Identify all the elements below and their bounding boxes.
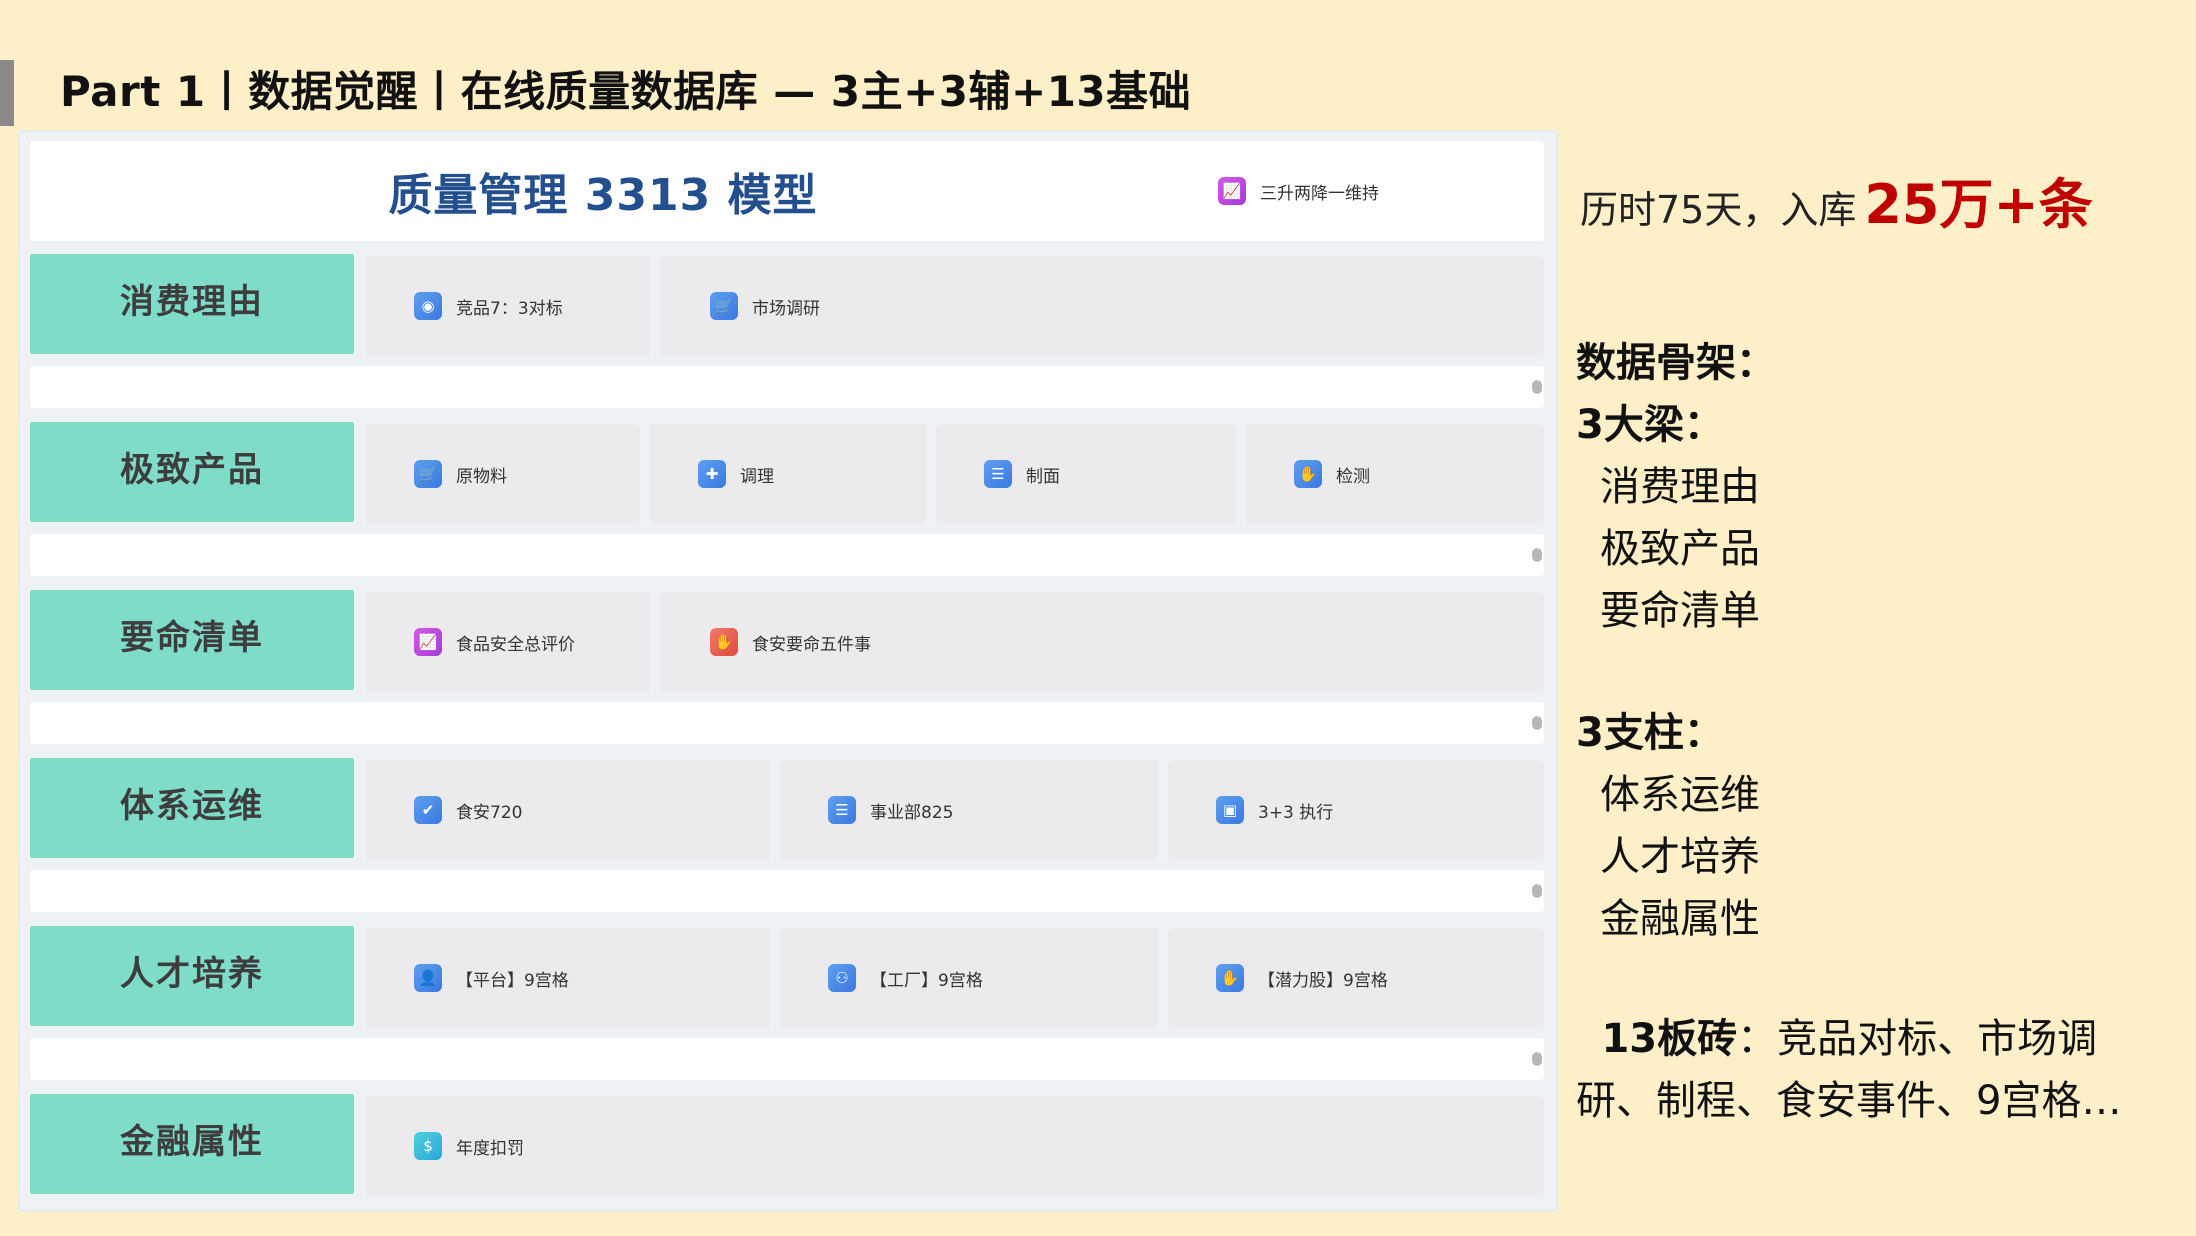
item-3plus3-execution[interactable]: ▣ 3+3 执行 [1168,760,1544,860]
beams-title: 3大梁： [1576,402,1724,448]
document-icon: ☰ [984,460,1012,488]
header-tag-button[interactable]: 📈 三升两降一维持 [1170,141,1544,241]
globe-icon: ◉ [414,292,442,320]
skeleton-title: 数据骨架： [1576,340,1776,386]
row-label: 极致产品 [30,422,354,522]
item-label: 食品安全总评价 [456,634,575,655]
item-factory-9grid[interactable]: ⚇ 【工厂】9宫格 [780,928,1158,1028]
row-expand-bar[interactable] [30,534,1544,576]
item-food-safety-evaluation[interactable]: 📈 食品安全总评价 [366,592,650,692]
box-icon: ▣ [1216,796,1244,824]
puzzle-icon: ✚ [698,460,726,488]
row-items: ◉ 竞品7：3对标 🛒 市场调研 [366,256,1544,356]
row-label: 消费理由 [30,254,354,354]
item-noodle-making[interactable]: ☰ 制面 [936,424,1236,524]
row-system-operations: 体系运维 ✔ 食安720 ☰ 事业部825 ▣ 3+3 执行 [30,758,1544,860]
row-consumption-reason: 消费理由 ◉ 竞品7：3对标 🛒 市场调研 [30,254,1544,356]
item-label: 事业部825 [870,802,954,823]
pillars-title: 3支柱： [1576,710,1724,756]
item-label: 调理 [740,466,774,487]
item-label: 【工厂】9宫格 [870,970,983,991]
item-potential-9grid[interactable]: ✋ 【潜力股】9宫格 [1168,928,1544,1028]
row-label: 要命清单 [30,590,354,690]
row-items: 📈 食品安全总评价 ✋ 食安要命五件事 [366,592,1544,692]
cart-icon: 🛒 [414,460,442,488]
item-annual-deductions[interactable]: $ 年度扣罚 [366,1096,1544,1196]
hand-icon: ✋ [1294,460,1322,488]
scroll-handle[interactable] [1532,716,1542,730]
item-competitor-benchmark[interactable]: ◉ 竞品7：3对标 [366,256,650,356]
hand-icon: ✋ [1216,964,1244,992]
bricks-text: 13板砖：竞品对标、市场调研、制程、食安事件、9宫格… [1576,1008,2176,1132]
item-label: 【潜力股】9宫格 [1258,970,1388,991]
page-title: Part 1丨数据觉醒丨在线质量数据库 — 3主+3辅+13基础 [60,67,1192,116]
row-expand-bar[interactable] [30,366,1544,408]
monitor-chart-icon: 📈 [414,628,442,656]
beam-item: 要命清单 [1600,588,1760,634]
row-items: ✔ 食安720 ☰ 事业部825 ▣ 3+3 执行 [366,760,1544,860]
quality-model-panel: 质量管理 3313 模型 📈 三升两降一维持 消费理由 ◉ 竞品7：3对标 🛒 … [20,132,1556,1210]
row-ultimate-product: 极致产品 🛒 原物料 ✚ 调理 ☰ 制面 ✋ 检测 [30,422,1544,524]
beam-item: 极致产品 [1600,526,1760,572]
scroll-handle[interactable] [1532,548,1542,562]
item-five-critical-matters[interactable]: ✋ 食安要命五件事 [660,592,1544,692]
row-label: 体系运维 [30,758,354,858]
item-label: 原物料 [456,466,507,487]
item-label: 检测 [1336,466,1370,487]
row-label: 人才培养 [30,926,354,1026]
item-division-825[interactable]: ☰ 事业部825 [780,760,1158,860]
money-bag-icon: $ [414,1132,442,1160]
item-raw-materials[interactable]: 🛒 原物料 [366,424,640,524]
bookmark-icon: ✔ [414,796,442,824]
scroll-handle[interactable] [1532,380,1542,394]
pillar-item: 人才培养 [1600,834,1760,880]
pillar-item: 体系运维 [1600,772,1760,818]
scroll-handle[interactable] [1532,884,1542,898]
row-expand-bar[interactable] [30,702,1544,744]
beam-item: 消费理由 [1600,464,1760,510]
scroll-handle[interactable] [1532,1052,1542,1066]
item-label: 【平台】9宫格 [456,970,569,991]
summary-prefix: 历时75天，入库 [1580,188,1857,232]
item-label: 3+3 执行 [1258,802,1334,823]
org-chart-icon: ⚇ [828,964,856,992]
row-items: $ 年度扣罚 [366,1096,1544,1196]
row-items: 👤 【平台】9宫格 ⚇ 【工厂】9宫格 ✋ 【潜力股】9宫格 [366,928,1544,1028]
item-label: 市场调研 [752,298,820,319]
model-title: 质量管理 3313 模型 [388,170,818,221]
row-expand-bar[interactable] [30,1038,1544,1080]
cart-icon: 🛒 [710,292,738,320]
person-icon: 👤 [414,964,442,992]
row-label: 金融属性 [30,1094,354,1194]
title-accent-bar [0,60,14,126]
row-financial-attributes: 金融属性 $ 年度扣罚 [30,1094,1544,1196]
model-header: 质量管理 3313 模型 [30,141,1176,241]
item-testing[interactable]: ✋ 检测 [1246,424,1544,524]
row-critical-list: 要命清单 📈 食品安全总评价 ✋ 食安要命五件事 [30,590,1544,692]
summary-line: 历时75天，入库 25万+条 [1580,160,2093,239]
item-food-safety-720[interactable]: ✔ 食安720 [366,760,770,860]
hand-icon: ✋ [710,628,738,656]
document-icon: ☰ [828,796,856,824]
item-label: 食安要命五件事 [752,634,871,655]
item-market-research[interactable]: 🛒 市场调研 [660,256,1544,356]
row-items: 🛒 原物料 ✚ 调理 ☰ 制面 ✋ 检测 [366,424,1544,524]
row-expand-bar[interactable] [30,870,1544,912]
row-talent-development: 人才培养 👤 【平台】9宫格 ⚇ 【工厂】9宫格 ✋ 【潜力股】9宫格 [30,926,1544,1028]
item-seasoning[interactable]: ✚ 调理 [650,424,926,524]
bricks-title: 13板砖 [1601,1016,1738,1062]
item-label: 竞品7：3对标 [456,298,563,319]
item-label: 制面 [1026,466,1060,487]
item-platform-9grid[interactable]: 👤 【平台】9宫格 [366,928,770,1028]
header-tag-label: 三升两降一维持 [1260,183,1379,204]
item-label: 年度扣罚 [456,1138,524,1159]
summary-highlight: 25万+条 [1864,173,2093,236]
pillar-item: 金融属性 [1600,896,1760,942]
monitor-chart-icon: 📈 [1218,177,1246,205]
item-label: 食安720 [456,802,523,823]
